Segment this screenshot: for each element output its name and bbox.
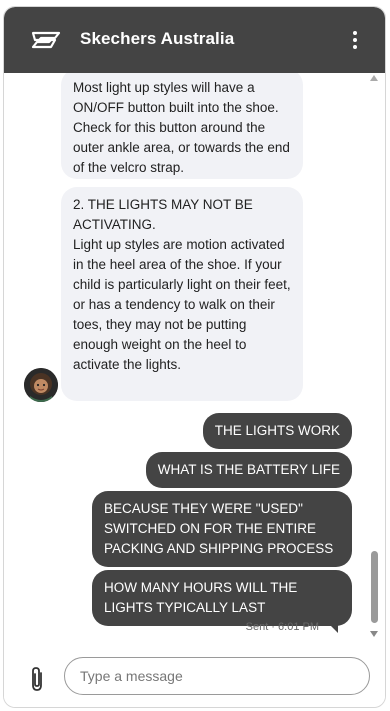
chat-title: Skechers Australia — [80, 29, 235, 48]
bot-message: 2. THE LIGHTS MAY NOT BE ACTIVATING. Lig… — [61, 187, 303, 401]
message-input[interactable] — [64, 657, 370, 695]
skechers-logo-icon — [31, 31, 61, 49]
message-composer — [4, 641, 385, 707]
chat-header: Skechers Australia — [4, 7, 385, 73]
user-message: WHAT IS THE BATTERY LIFE — [145, 452, 352, 488]
scroll-down-icon[interactable] — [370, 631, 378, 637]
agent-avatar — [24, 368, 58, 402]
message-list[interactable]: Most light up styles will have a ON/OFF … — [4, 73, 385, 641]
message-tail-icon — [327, 622, 338, 633]
more-options-icon[interactable] — [345, 28, 365, 52]
scroll-thumb[interactable] — [371, 551, 378, 623]
user-message: HOW MANY HOURS WILL THE LIGHTS TYPICALLY… — [92, 570, 352, 626]
user-message: BECAUSE THEY WERE "USED" SWITCHED ON FOR… — [92, 491, 352, 567]
scrollbar[interactable] — [367, 73, 381, 641]
sent-status: Sent · 6:01 PM — [245, 621, 319, 633]
paperclip-icon[interactable] — [26, 665, 48, 693]
scroll-up-icon[interactable] — [370, 75, 378, 81]
bot-message: Most light up styles will have a ON/OFF … — [61, 73, 303, 179]
user-message: THE LIGHTS WORK — [202, 413, 352, 449]
chat-widget: Skechers Australia Most light up styles … — [3, 6, 386, 708]
